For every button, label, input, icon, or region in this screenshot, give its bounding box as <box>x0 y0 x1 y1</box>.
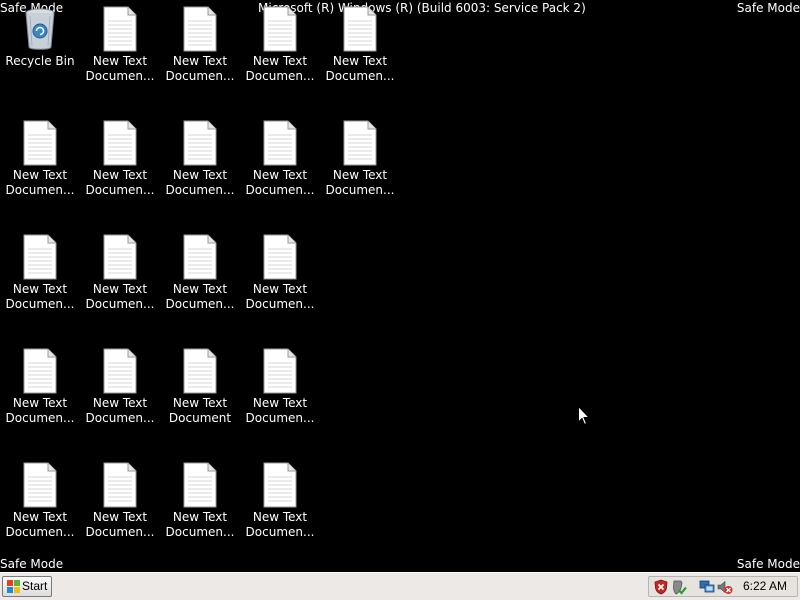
desktop-icon-text-document[interactable]: New Text Documen... <box>240 0 320 100</box>
text-document-icon <box>160 120 240 166</box>
desktop-icon-label: New Text Documen... <box>165 54 235 83</box>
desktop-icon-text-document[interactable]: New Text Documen... <box>320 0 400 100</box>
text-document-icon <box>240 6 320 52</box>
desktop-icon-label: New Text Documen... <box>245 54 315 83</box>
desktop-icon-text-document[interactable]: New Text Documen... <box>240 114 320 214</box>
desktop-icon-text-document[interactable]: New Text Documen... <box>80 456 160 556</box>
desktop-icon-text-document[interactable]: New Text Documen... <box>0 456 80 556</box>
text-document-icon <box>0 234 80 280</box>
mouse-pointer-icon <box>578 406 590 426</box>
text-document-icon <box>160 6 240 52</box>
desktop-icon-text-document[interactable]: New Text Documen... <box>240 228 320 328</box>
desktop-icon-text-document[interactable]: New Text Documen... <box>80 342 160 442</box>
text-document-icon <box>240 348 320 394</box>
desktop-icon-label: New Text Documen... <box>165 510 235 539</box>
text-document-icon <box>80 120 160 166</box>
desktop-icon-label: New Text Documen... <box>165 282 235 311</box>
desktop-icon-text-document[interactable]: New Text Documen... <box>160 228 240 328</box>
text-document-icon <box>0 348 80 394</box>
desktop-icon-text-document[interactable]: New Text Documen... <box>80 114 160 214</box>
text-document-icon <box>0 120 80 166</box>
text-document-icon <box>80 6 160 52</box>
desktop-icon-label: New Text Documen... <box>165 168 235 197</box>
desktop-icon-label: New Text Documen... <box>85 510 155 539</box>
safe-mode-label-bottom-left: Safe Mode <box>0 557 64 571</box>
desktop-icon-text-document[interactable]: New Text Documen... <box>240 342 320 442</box>
text-document-icon <box>320 6 400 52</box>
recycle-bin-icon <box>0 6 80 52</box>
desktop-icon-label: New Text Documen... <box>245 396 315 425</box>
desktop-icon-label: New Text Documen... <box>245 282 315 311</box>
notification-area: 6:22 AM <box>648 576 798 597</box>
text-document-icon <box>160 348 240 394</box>
text-document-icon <box>240 120 320 166</box>
taskbar: Start 6:22 AM <box>0 572 800 600</box>
desktop-icon-text-document[interactable]: New Text Document <box>160 342 240 442</box>
desktop[interactable]: Safe Mode Microsoft (R) Windows (R) (Bui… <box>0 0 800 572</box>
desktop-icon-label: New Text Documen... <box>5 282 75 311</box>
desktop-icon-text-document[interactable]: New Text Documen... <box>240 456 320 556</box>
start-button[interactable]: Start <box>2 576 52 597</box>
safe-mode-label-bottom-right: Safe Mode <box>736 557 800 571</box>
desktop-icon-label: New Text Documen... <box>85 282 155 311</box>
desktop-icon-label: New Text Documen... <box>245 168 315 197</box>
taskbar-clock[interactable]: 6:22 AM <box>743 577 787 596</box>
security-alert-icon[interactable] <box>653 579 669 595</box>
desktop-icon-label: New Text Documen... <box>5 396 75 425</box>
text-document-icon <box>80 348 160 394</box>
desktop-icon-text-document[interactable]: New Text Documen... <box>320 114 400 214</box>
desktop-icon-label: New Text Documen... <box>85 396 155 425</box>
text-document-icon <box>240 462 320 508</box>
desktop-icon-label: New Text Documen... <box>325 168 395 197</box>
desktop-icon-label: New Text Documen... <box>85 54 155 83</box>
desktop-icon-label: Recycle Bin <box>5 54 75 68</box>
desktop-icon-label: New Text Documen... <box>5 168 75 197</box>
windows-logo-icon <box>7 580 20 593</box>
desktop-icon-label: New Text Documen... <box>325 54 395 83</box>
desktop-icon-recycle-bin[interactable]: Recycle Bin <box>0 0 80 100</box>
text-document-icon <box>0 462 80 508</box>
text-document-icon <box>240 234 320 280</box>
desktop-icon-label: New Text Documen... <box>5 510 75 539</box>
safe-mode-label-top-right: Safe Mode <box>736 1 800 15</box>
text-document-icon <box>80 462 160 508</box>
desktop-icon-text-document[interactable]: New Text Documen... <box>160 114 240 214</box>
network-icon[interactable] <box>699 579 715 595</box>
desktop-icon-label: New Text Documen... <box>85 168 155 197</box>
start-button-label: Start <box>22 579 48 593</box>
desktop-icon-text-document[interactable]: New Text Documen... <box>160 0 240 100</box>
desktop-icon-text-document[interactable]: New Text Documen... <box>80 228 160 328</box>
text-document-icon <box>160 462 240 508</box>
desktop-icon-text-document[interactable]: New Text Documen... <box>0 114 80 214</box>
text-document-icon <box>160 234 240 280</box>
desktop-icon-label: New Text Documen... <box>245 510 315 539</box>
volume-muted-icon[interactable] <box>717 579 733 595</box>
security-shield-icon[interactable] <box>671 579 687 595</box>
text-document-icon <box>320 120 400 166</box>
text-document-icon <box>80 234 160 280</box>
desktop-icon-label: New Text Document <box>168 396 232 425</box>
desktop-icon-text-document[interactable]: New Text Documen... <box>160 456 240 556</box>
desktop-icon-text-document[interactable]: New Text Documen... <box>0 228 80 328</box>
desktop-icon-text-document[interactable]: New Text Documen... <box>80 0 160 100</box>
desktop-icon-text-document[interactable]: New Text Documen... <box>0 342 80 442</box>
